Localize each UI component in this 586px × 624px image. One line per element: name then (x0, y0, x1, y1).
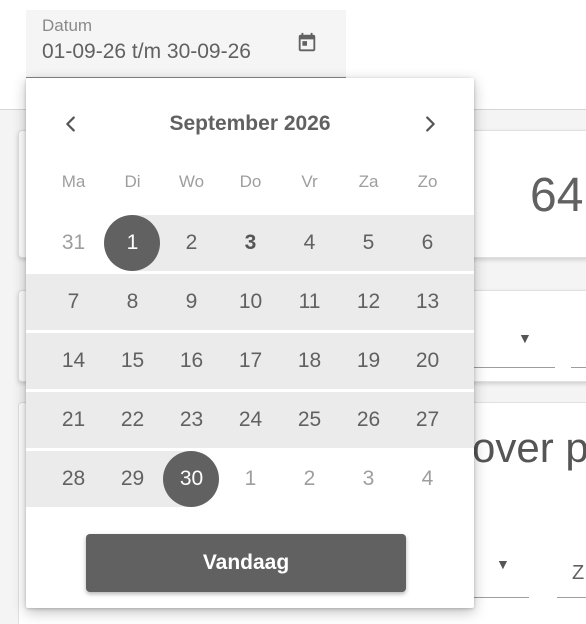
calendar-day[interactable]: 19 (339, 333, 398, 389)
select-underline (557, 597, 586, 598)
today-button[interactable]: Vandaag (86, 534, 406, 592)
calendar-day[interactable]: 22 (103, 392, 162, 448)
calendar-day[interactable]: 16 (162, 333, 221, 389)
calendar-day[interactable]: 31 (44, 215, 103, 271)
calendar-day[interactable]: 11 (280, 274, 339, 330)
calendar-day[interactable]: 2 (280, 451, 339, 507)
weekday-label: Za (358, 172, 379, 191)
calendar-day[interactable]: 10 (221, 274, 280, 330)
calendar-day[interactable]: 23 (162, 392, 221, 448)
dropdown-arrow-icon[interactable]: ▼ (496, 556, 510, 572)
next-month-button[interactable] (412, 106, 448, 142)
weekday-label: Do (239, 172, 262, 191)
calendar-day[interactable]: 28 (44, 451, 103, 507)
select-underline (571, 367, 586, 368)
month-title: September 2026 (169, 112, 331, 135)
date-field-label: Datum (42, 16, 93, 35)
chevron-right-icon (426, 116, 435, 132)
calendar-day[interactable]: 1 (221, 451, 280, 507)
date-range-field[interactable]: Datum 01-09-26 t/m 30-09-26 (26, 10, 346, 78)
calendar-day-range-end[interactable]: 30 (162, 451, 221, 507)
calendar-day[interactable]: 25 (280, 392, 339, 448)
select-value[interactable]: Z (572, 562, 584, 585)
calendar-day[interactable]: 12 (339, 274, 398, 330)
calendar-day[interactable]: 8 (103, 274, 162, 330)
weekday-label: Zo (417, 172, 438, 191)
summary-number: 64 (530, 169, 584, 222)
calendar-day[interactable]: 7 (44, 274, 103, 330)
weekday-label: Wo (178, 172, 205, 191)
calendar-day[interactable]: 6 (398, 215, 457, 271)
weekday-label: Ma (61, 172, 86, 191)
calendar-day[interactable]: 20 (398, 333, 457, 389)
calendar-day-today[interactable]: 3 (221, 215, 280, 271)
calendar-day[interactable]: 3 (339, 451, 398, 507)
date-picker-popup: September 2026 Ma Di Wo Do Vr Za Zo 31 1… (26, 78, 474, 608)
calendar-day-number: 1 (126, 231, 139, 254)
calendar-day[interactable]: 4 (280, 215, 339, 271)
weekday-label: Vr (301, 172, 318, 191)
weekday-header: Ma Di Wo Do Vr Za Zo (26, 172, 474, 196)
calendar-day[interactable]: 29 (103, 451, 162, 507)
weekday-label: Di (124, 172, 141, 191)
dropdown-arrow-icon[interactable]: ▼ (518, 330, 532, 346)
calendar-day[interactable]: 5 (339, 215, 398, 271)
calendar-day[interactable]: 26 (339, 392, 398, 448)
calendar-day[interactable]: 24 (221, 392, 280, 448)
calendar-day[interactable]: 15 (103, 333, 162, 389)
calendar-day[interactable]: 17 (221, 333, 280, 389)
calendar-day-number: 30 (179, 467, 204, 490)
calendar-day[interactable]: 4 (398, 451, 457, 507)
calendar-icon[interactable] (296, 32, 318, 54)
calendar-day[interactable]: 9 (162, 274, 221, 330)
content-heading: over pe (472, 424, 586, 471)
calendar-day-range-start[interactable]: 1 (103, 215, 162, 271)
date-field-value[interactable]: 01-09-26 t/m 30-09-26 (42, 40, 251, 64)
calendar-day[interactable]: 27 (398, 392, 457, 448)
calendar-day[interactable]: 14 (44, 333, 103, 389)
calendar-day[interactable]: 21 (44, 392, 103, 448)
calendar-day[interactable]: 2 (162, 215, 221, 271)
calendar-day[interactable]: 18 (280, 333, 339, 389)
page: Datum 01-09-26 t/m 30-09-26 64 ▼ over pe… (0, 0, 586, 624)
calendar-day[interactable]: 13 (398, 274, 457, 330)
